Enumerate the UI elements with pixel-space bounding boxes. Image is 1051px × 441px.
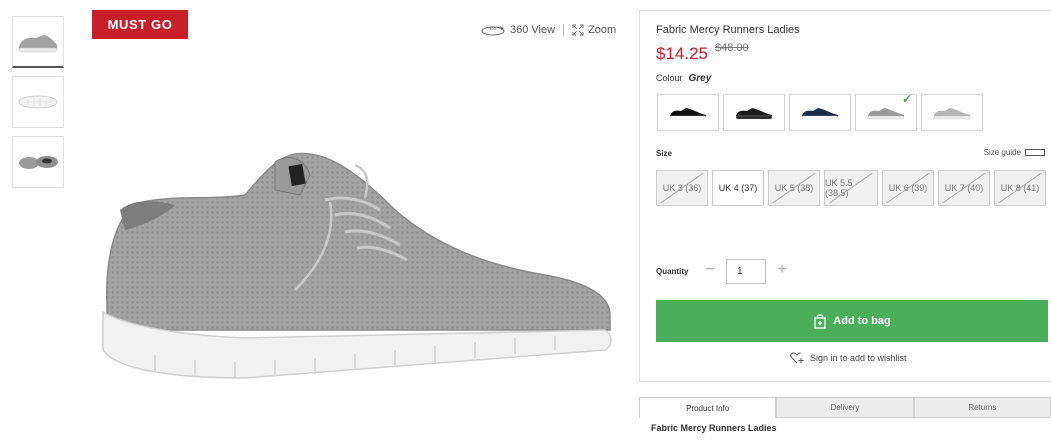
selected-check-icon: ✓: [901, 92, 912, 106]
product-title: Fabric Mercy Runners Ladies: [656, 24, 800, 36]
add-to-bag-button[interactable]: Add to bag: [656, 300, 1048, 342]
size-option[interactable]: UK 8 (41): [994, 170, 1046, 206]
colour-swatch-black-white[interactable]: [657, 94, 719, 131]
quantity-input[interactable]: [726, 259, 766, 284]
colour-row: Colour Grey: [656, 73, 711, 84]
original-price: $48.00: [715, 42, 749, 54]
size-option[interactable]: UK 7 (40): [938, 170, 990, 206]
rotate-360-icon: 360: [481, 26, 505, 36]
colour-swatches: ✓: [657, 92, 983, 131]
sole-thumbnail-icon: [18, 95, 58, 109]
colour-label: Colour: [656, 73, 683, 83]
colour-swatch-black-black[interactable]: [723, 94, 785, 131]
heart-plus-icon: [790, 352, 804, 364]
size-options: UK 3 (36) UK 4 (37) UK 5 (38) UK 5.5 (38.5)…: [656, 170, 1051, 206]
quantity-label: Quantity: [656, 267, 689, 276]
pair-thumbnail-icon: [19, 156, 58, 169]
size-option[interactable]: UK 6 (39): [882, 170, 934, 206]
shoe-icon: [735, 107, 773, 119]
thumbnail-sole-view[interactable]: [12, 76, 64, 128]
size-label: Size: [656, 149, 673, 158]
colour-value: Grey: [688, 73, 712, 84]
thumbnail-pair-view[interactable]: [12, 136, 64, 188]
thumbnail-list: [12, 16, 64, 196]
svg-text:360: 360: [489, 26, 496, 31]
quantity-decrease-button[interactable]: −: [703, 260, 717, 280]
info-tabs: Product Info Delivery Returns: [639, 397, 1051, 418]
tab-product-info[interactable]: Product Info: [639, 397, 777, 418]
tab-delivery[interactable]: Delivery: [776, 397, 914, 418]
view-360-label: 360 View: [510, 24, 556, 36]
shoe-icon: [867, 107, 905, 119]
shoe-icon: [801, 107, 839, 119]
shoe-icon: [933, 107, 971, 119]
size-option[interactable]: UK 5.5 (38.5): [824, 170, 878, 206]
size-option[interactable]: UK 5 (38): [768, 170, 820, 206]
wishlist-label: Sign in to add to wishlist: [810, 353, 907, 363]
must-go-badge: MUST GO: [92, 10, 188, 39]
view-tools: 360 360 View Zoom: [480, 24, 616, 36]
product-panel: Fabric Mercy Runners Ladies $14.25 $48.0…: [639, 10, 1051, 382]
add-to-bag-label: Add to bag: [833, 315, 891, 327]
quantity-increase-button[interactable]: +: [775, 260, 789, 280]
colour-swatch-navy[interactable]: [789, 94, 851, 131]
wishlist-link[interactable]: Sign in to add to wishlist: [790, 352, 907, 364]
bag-plus-icon: [814, 314, 826, 329]
divider: [563, 24, 565, 36]
ruler-icon: [1025, 149, 1045, 156]
sale-price: $14.25: [656, 44, 708, 63]
shoe-icon: [669, 107, 707, 119]
thumbnail-side-view[interactable]: [12, 16, 64, 68]
product-image[interactable]: [95, 140, 620, 385]
tab-content-heading: Fabric Mercy Runners Ladies: [651, 423, 777, 433]
colour-swatch-light-grey[interactable]: [921, 94, 983, 131]
size-guide-label: Size guide: [983, 148, 1021, 157]
expand-icon: [572, 24, 584, 36]
size-guide-link[interactable]: Size guide: [984, 148, 1045, 157]
size-option[interactable]: UK 4 (37): [712, 170, 764, 206]
shoe-thumbnail-icon: [18, 34, 58, 52]
colour-swatch-grey[interactable]: ✓: [855, 92, 917, 131]
zoom-label: Zoom: [588, 24, 617, 36]
tab-returns[interactable]: Returns: [913, 397, 1051, 418]
zoom-button[interactable]: Zoom: [572, 24, 616, 36]
size-option[interactable]: UK 3 (36): [656, 170, 708, 206]
view-360-button[interactable]: 360 360 View: [480, 24, 555, 36]
